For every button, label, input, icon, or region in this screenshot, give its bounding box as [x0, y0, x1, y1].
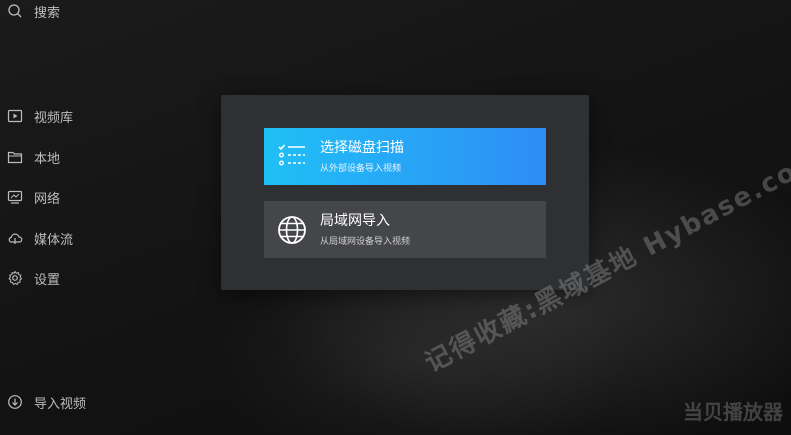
brand-logo-text: 当贝播放器 — [683, 400, 783, 424]
disk-scan-button[interactable]: 选择磁盘扫描 从外部设备导入视频 — [264, 128, 546, 185]
cloud-icon — [6, 229, 24, 247]
sidebar-item-label: 网络 — [34, 191, 61, 207]
sidebar-item-label: 媒体流 — [34, 232, 74, 248]
sidebar-item-network[interactable]: 网络 — [6, 186, 60, 208]
sidebar-item-media-stream[interactable]: 媒体流 — [6, 227, 73, 249]
folder-icon — [6, 148, 24, 166]
import-video-label: 导入视频 — [34, 396, 87, 412]
gear-icon — [6, 269, 24, 287]
lan-import-text: 局域网导入 从局域网设备导入视频 — [320, 212, 410, 247]
search-label: 搜索 — [34, 5, 61, 21]
option-title: 局域网导入 — [320, 213, 390, 229]
checklist-icon — [276, 141, 308, 173]
sidebar-item-label: 本地 — [34, 151, 61, 167]
sidebar-item-local[interactable]: 本地 — [6, 146, 60, 168]
option-title: 选择磁盘扫描 — [320, 140, 404, 156]
import-dialog: 选择磁盘扫描 从外部设备导入视频 局域网导入 从局域网设备导入视频 — [221, 95, 589, 290]
disk-scan-text: 选择磁盘扫描 从外部设备导入视频 — [320, 139, 404, 174]
video-library-icon — [6, 107, 24, 125]
search-icon — [6, 2, 24, 20]
option-subtitle: 从局域网设备导入视频 — [320, 237, 411, 247]
import-icon — [6, 393, 24, 411]
sidebar-item-settings[interactable]: 设置 — [6, 267, 60, 289]
sidebar-item-video-library[interactable]: 视频库 — [6, 105, 73, 127]
lan-import-button[interactable]: 局域网导入 从局域网设备导入视频 — [264, 201, 546, 258]
sidebar: 搜索 视频库 本地 网络 媒体流 设置 导入视频 — [0, 0, 120, 435]
sidebar-item-label: 设置 — [34, 272, 61, 288]
import-video-button[interactable]: 导入视频 — [6, 391, 86, 413]
sidebar-item-label: 视频库 — [34, 110, 74, 126]
option-subtitle: 从外部设备导入视频 — [320, 164, 402, 174]
network-icon — [6, 188, 24, 206]
search-button[interactable]: 搜索 — [6, 0, 60, 22]
globe-icon — [276, 214, 308, 246]
